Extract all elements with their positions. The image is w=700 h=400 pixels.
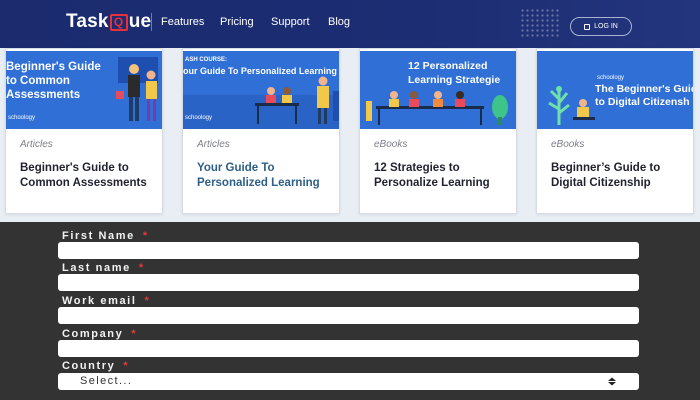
logo-text-part1: Task: [66, 11, 109, 32]
card-image: schoology The Beginner's Guid to Digital…: [537, 51, 694, 129]
card-image-headline: our Guide To Personalized Learning: [183, 65, 337, 78]
schoology-brand: schoology: [185, 115, 213, 121]
last-name-label: Last name *: [62, 262, 145, 274]
card-title[interactable]: 12 Strategies to Personalize Learning: [374, 161, 514, 191]
logo-text-part2: ue: [128, 11, 152, 32]
card-image-headline: The Beginner's Guid to Digital Citizensh: [595, 83, 694, 109]
logo-divider: [151, 13, 152, 31]
company-label: Company *: [62, 328, 137, 340]
resource-card-12-strategies[interactable]: 12 Personalized Learning Strategie eBook…: [359, 48, 517, 214]
card-title[interactable]: Your Guide To Personalized Learning: [197, 161, 337, 191]
card-title[interactable]: Beginner’s Guide to Digital Citizenship: [551, 161, 691, 191]
required-marker: *: [142, 230, 149, 242]
nav-link-support[interactable]: Support: [271, 16, 310, 28]
last-name-input[interactable]: [58, 274, 639, 291]
required-marker: *: [138, 262, 145, 274]
required-marker: *: [144, 295, 151, 307]
nav-link-features[interactable]: Features: [161, 16, 204, 28]
card-image-headline: 12 Personalized Learning Strategie: [408, 59, 500, 87]
card-category: Articles: [197, 139, 230, 150]
company-input[interactable]: [58, 340, 639, 357]
country-label: Country *: [62, 360, 129, 372]
login-icon: [584, 23, 591, 30]
card-image-line: Learning Strategie: [408, 74, 501, 86]
first-name-input[interactable]: [58, 242, 639, 259]
resource-card-digital-citizenship[interactable]: schoology The Beginner's Guid to Digital…: [536, 48, 694, 214]
card-image-line: The Beginner's Guid: [595, 83, 694, 95]
card-category: eBooks: [374, 139, 408, 150]
decorative-dot-pattern: [520, 8, 560, 38]
field-label-text: Work email: [62, 295, 137, 307]
field-label-text: Last name: [62, 262, 131, 274]
work-email-label: Work email *: [62, 295, 150, 307]
first-name-label: First Name *: [62, 230, 149, 242]
card-image-line: to Digital Citizensh: [595, 96, 690, 108]
field-label-text: First Name: [62, 230, 135, 242]
card-image: ASH COURSE: our Guide To Personalized Le…: [183, 51, 339, 129]
field-label-text: Country: [62, 360, 116, 372]
country-select-value: Select...: [80, 375, 133, 387]
login-label: LOG IN: [594, 23, 618, 30]
nav-link-pricing[interactable]: Pricing: [220, 16, 254, 28]
card-image: Beginner's Guide to Common Assessments s…: [6, 51, 162, 129]
card-image-line: Beginner's Guide: [6, 61, 101, 73]
schoology-brand: schoology: [597, 75, 625, 81]
select-updown-icon: [608, 377, 616, 386]
card-category: eBooks: [551, 139, 585, 150]
work-email-input[interactable]: [58, 307, 639, 324]
tasque-logo[interactable]: Task Que: [66, 11, 151, 33]
card-image-kicker: ASH COURSE:: [185, 57, 228, 63]
card-image-headline: Beginner's Guide to Common Assessments: [6, 60, 101, 102]
card-category: Articles: [20, 139, 53, 150]
required-marker: *: [131, 328, 138, 340]
nav-link-blog[interactable]: Blog: [328, 16, 350, 28]
card-image-line: our Guide To Personalized Learning: [183, 66, 337, 76]
schoology-brand: schoology: [8, 115, 36, 121]
resource-card-common-assessments[interactable]: Beginner's Guide to Common Assessments s…: [5, 48, 163, 214]
card-image-line: to Common: [6, 75, 70, 87]
field-label-text: Company: [62, 328, 124, 340]
card-title[interactable]: Beginner's Guide to Common Assessments: [20, 161, 160, 191]
resource-card-personalized-learning[interactable]: ASH COURSE: our Guide To Personalized Le…: [182, 48, 340, 214]
card-image-line: Assessments: [6, 89, 81, 101]
login-button[interactable]: LOG IN: [570, 17, 632, 36]
top-navigation: Task Que Features Pricing Support Blog LO…: [0, 0, 700, 48]
card-image: 12 Personalized Learning Strategie: [360, 51, 516, 129]
card-image-line: 12 Personalized: [408, 60, 488, 72]
logo-q-mark: Q: [109, 13, 128, 31]
required-marker: *: [123, 360, 130, 372]
country-select[interactable]: Select...: [58, 373, 639, 390]
